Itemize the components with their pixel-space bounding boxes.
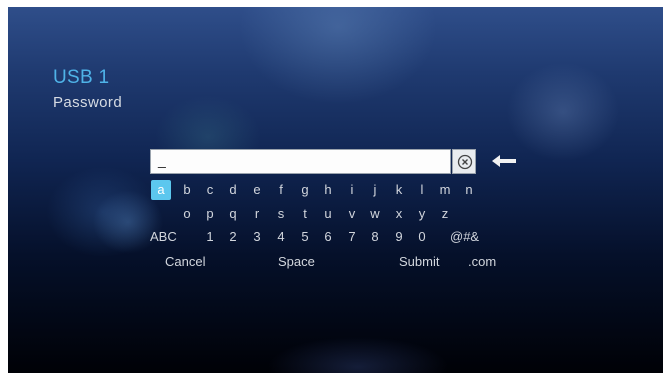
- cancel-button[interactable]: Cancel: [165, 252, 205, 272]
- key-h[interactable]: h: [318, 180, 338, 200]
- key-4[interactable]: 4: [271, 227, 291, 247]
- key-u[interactable]: u: [318, 204, 338, 224]
- key-7[interactable]: 7: [342, 227, 362, 247]
- key-abc[interactable]: ABC: [150, 227, 177, 247]
- key-q[interactable]: q: [223, 204, 243, 224]
- key-8[interactable]: 8: [365, 227, 385, 247]
- key-y[interactable]: y: [412, 204, 432, 224]
- clear-icon: [457, 154, 473, 170]
- key-l[interactable]: l: [412, 180, 432, 200]
- key-3[interactable]: 3: [247, 227, 267, 247]
- key-1[interactable]: 1: [200, 227, 220, 247]
- key-g[interactable]: g: [295, 180, 315, 200]
- key-6[interactable]: 6: [318, 227, 338, 247]
- key-2[interactable]: 2: [223, 227, 243, 247]
- key-r[interactable]: r: [247, 204, 267, 224]
- device-title: USB 1: [53, 67, 110, 88]
- space-button[interactable]: Space: [278, 252, 315, 272]
- key-x[interactable]: x: [389, 204, 409, 224]
- dotcom-button[interactable]: .com: [468, 252, 496, 272]
- key-j[interactable]: j: [365, 180, 385, 200]
- key-d[interactable]: d: [223, 180, 243, 200]
- key-p[interactable]: p: [200, 204, 220, 224]
- key-9[interactable]: 9: [389, 227, 409, 247]
- key-symbols[interactable]: @#&: [450, 227, 479, 247]
- key-k[interactable]: k: [389, 180, 409, 200]
- key-5[interactable]: 5: [295, 227, 315, 247]
- key-v[interactable]: v: [342, 204, 362, 224]
- key-w[interactable]: w: [365, 204, 385, 224]
- key-o[interactable]: o: [177, 204, 197, 224]
- backspace-button[interactable]: [478, 149, 528, 174]
- tv-screen: USB 1 Password _ a b c d e f g h i j k l…: [8, 7, 663, 373]
- key-e[interactable]: e: [247, 180, 267, 200]
- key-i[interactable]: i: [342, 180, 362, 200]
- key-n[interactable]: n: [459, 180, 479, 200]
- key-m[interactable]: m: [435, 180, 455, 200]
- password-input[interactable]: _: [150, 149, 451, 174]
- key-c[interactable]: c: [200, 180, 220, 200]
- key-f[interactable]: f: [271, 180, 291, 200]
- key-s[interactable]: s: [271, 204, 291, 224]
- key-a[interactable]: a: [151, 180, 171, 200]
- key-b[interactable]: b: [177, 180, 197, 200]
- submit-button[interactable]: Submit: [399, 252, 439, 272]
- clear-button[interactable]: [452, 149, 476, 174]
- key-t[interactable]: t: [295, 204, 315, 224]
- key-0[interactable]: 0: [412, 227, 432, 247]
- field-label: Password: [53, 94, 123, 111]
- backspace-arrow-icon: [492, 155, 516, 167]
- password-value: _: [158, 152, 166, 168]
- key-z[interactable]: z: [435, 204, 455, 224]
